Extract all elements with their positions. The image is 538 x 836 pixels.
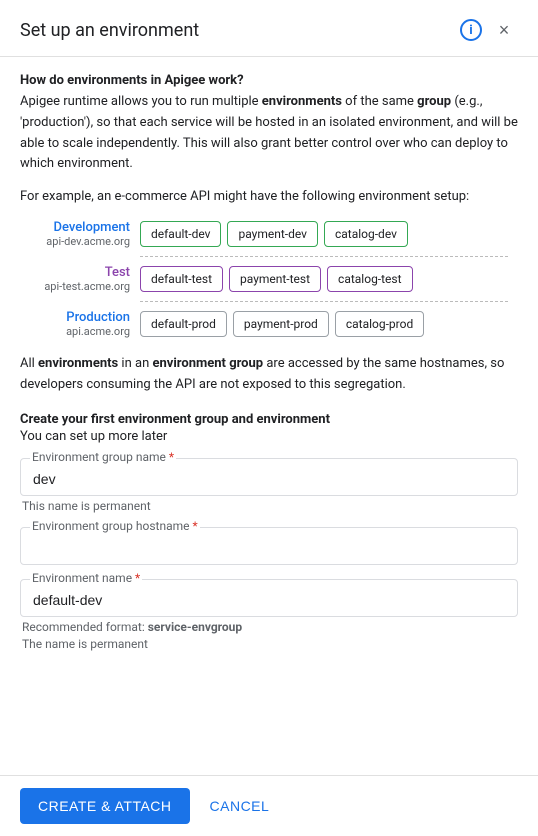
diagram-row-test: Test api-test.acme.org default-test paym… xyxy=(30,265,508,293)
dialog-header: Set up an environment i × xyxy=(0,0,538,57)
env-group-name-production: Production xyxy=(30,310,130,325)
env-group-hostname-label: Environment group hostname * xyxy=(30,519,200,533)
env-group-name-hint: This name is permanent xyxy=(20,499,518,513)
close-button[interactable]: × xyxy=(490,16,518,44)
diagram-boxes-development: default-dev payment-dev catalog-dev xyxy=(140,221,508,247)
env-box-payment-prod: payment-prod xyxy=(233,311,329,337)
create-section-sub: You can set up more later xyxy=(20,429,518,444)
env-group-name-development: Development xyxy=(30,220,130,235)
env-group-name-test: Test xyxy=(30,265,130,280)
env-box-payment-test: payment-test xyxy=(229,266,321,292)
diagram-row-development: Development api-dev.acme.org default-dev… xyxy=(30,220,508,248)
dialog-footer: CREATE & ATTACH CANCEL xyxy=(0,775,538,836)
cancel-button[interactable]: CANCEL xyxy=(206,788,274,824)
env-box-default-test: default-test xyxy=(140,266,223,292)
diagram-boxes-test: default-test payment-test catalog-test xyxy=(140,266,508,292)
diagram-label-test: Test api-test.acme.org xyxy=(30,265,130,293)
divider-1 xyxy=(140,256,508,257)
create-section-title: Create your first environment group and … xyxy=(20,412,518,427)
divider-2 xyxy=(140,301,508,302)
dialog-content: How do environments in Apigee work? Apig… xyxy=(0,57,538,775)
required-asterisk-3: * xyxy=(135,571,140,585)
env-group-hostname-field: Environment group hostname * xyxy=(20,527,518,565)
env-name-label: Environment name * xyxy=(30,571,142,585)
info-icon[interactable]: i xyxy=(460,19,482,41)
create-attach-button[interactable]: CREATE & ATTACH xyxy=(20,788,190,824)
setup-environment-dialog: Set up an environment i × How do environ… xyxy=(0,0,538,836)
env-box-default-dev: default-dev xyxy=(140,221,221,247)
dialog-title: Set up an environment xyxy=(20,20,199,41)
close-icon: × xyxy=(499,20,510,41)
environment-diagram: Development api-dev.acme.org default-dev… xyxy=(20,220,518,338)
env-group-url-production: api.acme.org xyxy=(30,325,130,338)
description-2: For example, an e-commerce API might hav… xyxy=(20,187,518,208)
env-box-default-prod: default-prod xyxy=(140,311,227,337)
diagram-label-development: Development api-dev.acme.org xyxy=(30,220,130,248)
diagram-label-production: Production api.acme.org xyxy=(30,310,130,338)
required-asterisk-1: * xyxy=(169,450,174,464)
env-name-hint-2: The name is permanent xyxy=(20,637,518,651)
env-box-catalog-dev: catalog-dev xyxy=(324,221,408,247)
description-1: Apigee runtime allows you to run multipl… xyxy=(20,92,518,175)
env-group-name-label: Environment group name * xyxy=(30,450,176,464)
env-box-catalog-test: catalog-test xyxy=(327,266,413,292)
diagram-boxes-production: default-prod payment-prod catalog-prod xyxy=(140,311,508,337)
env-group-name-field: Environment group name * This name is pe… xyxy=(20,458,518,513)
header-icons: i × xyxy=(460,16,518,44)
how-work-question: How do environments in Apigee work? xyxy=(20,73,518,88)
required-asterisk-2: * xyxy=(192,519,197,533)
diagram-row-production: Production api.acme.org default-prod pay… xyxy=(30,310,508,338)
env-name-field: Environment name * Recommended format: s… xyxy=(20,579,518,651)
env-box-catalog-prod: catalog-prod xyxy=(335,311,424,337)
env-group-url-test: api-test.acme.org xyxy=(30,280,130,293)
env-box-payment-dev: payment-dev xyxy=(227,221,317,247)
access-text: All environments in an environment group… xyxy=(20,354,518,396)
env-group-url-development: api-dev.acme.org xyxy=(30,235,130,248)
env-name-hint-1: Recommended format: service-envgroup xyxy=(20,620,518,634)
